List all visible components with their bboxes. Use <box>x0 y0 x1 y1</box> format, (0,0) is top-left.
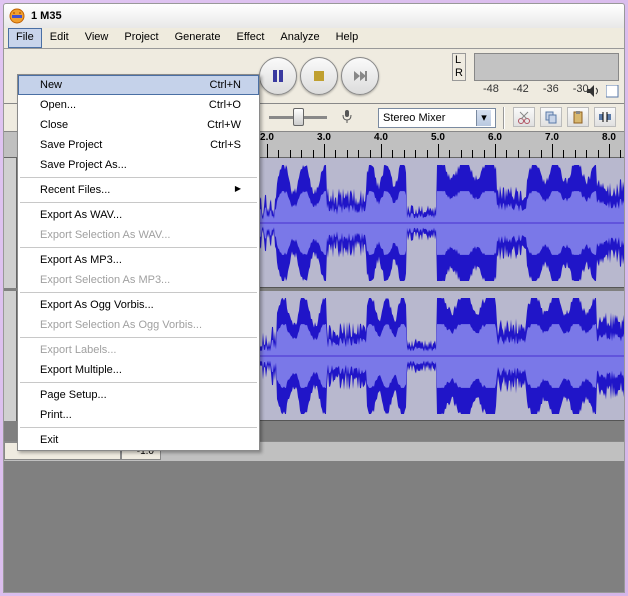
menu-generate[interactable]: Generate <box>167 28 229 48</box>
menu-item-new[interactable]: New Ctrl+N <box>18 75 259 95</box>
menu-item-label: Save Project <box>40 139 102 151</box>
menu-separator <box>20 427 257 428</box>
db-label: -42 <box>513 83 529 95</box>
menu-separator <box>20 202 257 203</box>
chevron-down-icon: ▾ <box>476 110 491 126</box>
menu-item-label: Export Multiple... <box>40 364 122 376</box>
db-label: -48 <box>483 83 499 95</box>
menu-item-label: New <box>40 79 62 91</box>
menu-item-label: Exit <box>40 434 58 446</box>
speaker-icon <box>586 84 600 101</box>
menu-item-label: Page Setup... <box>40 389 107 401</box>
db-label: -36 <box>543 83 559 95</box>
empty-track-area[interactable] <box>4 461 624 592</box>
level-meter[interactable]: -48 -42 -36 -30 <box>474 53 619 81</box>
menu-item-print[interactable]: Print... <box>18 405 259 425</box>
menu-separator <box>20 382 257 383</box>
menu-item-shortcut: Ctrl+N <box>210 79 241 91</box>
paste-button[interactable] <box>567 107 589 127</box>
input-volume-slider[interactable] <box>269 116 327 119</box>
menu-item-export-selection-as-wav: Export Selection As WAV... <box>18 225 259 245</box>
ruler-label: 3.0 <box>317 132 331 143</box>
menu-item-shortcut: Ctrl+W <box>207 119 241 131</box>
ruler-label: 2.0 <box>260 132 274 143</box>
menu-item-export-as-ogg-vorbis[interactable]: Export As Ogg Vorbis... <box>18 295 259 315</box>
menu-item-save-project[interactable]: Save Project Ctrl+S <box>18 135 259 155</box>
file-menu-dropdown: New Ctrl+N Open... Ctrl+O Close Ctrl+W Save Pr… <box>17 74 260 451</box>
menu-item-recent-files[interactable]: Recent Files... ▶ <box>18 180 259 200</box>
menu-edit[interactable]: Edit <box>42 28 77 48</box>
menu-analyze[interactable]: Analyze <box>272 28 327 48</box>
menu-item-export-as-wav[interactable]: Export As WAV... <box>18 205 259 225</box>
menu-item-export-selection-as-mp: Export Selection As MP3... <box>18 270 259 290</box>
menu-help[interactable]: Help <box>328 28 367 48</box>
input-source-label: Stereo Mixer <box>383 112 445 124</box>
menu-separator <box>20 177 257 178</box>
menu-project[interactable]: Project <box>116 28 166 48</box>
ruler-label: 6.0 <box>488 132 502 143</box>
track-panel[interactable] <box>4 158 17 288</box>
menu-separator <box>20 292 257 293</box>
menu-item-shortcut: Ctrl+S <box>210 139 241 151</box>
mic-icon <box>341 109 353 126</box>
menu-item-label: Recent Files... <box>40 184 110 196</box>
menu-item-label: Export Selection As Ogg Vorbis... <box>40 319 202 331</box>
menu-file[interactable]: File <box>8 28 42 48</box>
window-title: 1 M35 <box>31 10 62 22</box>
menu-item-page-setup[interactable]: Page Setup... <box>18 385 259 405</box>
menu-item-open[interactable]: Open... Ctrl+O <box>18 95 259 115</box>
app-icon <box>9 8 25 24</box>
ruler-label: 7.0 <box>545 132 559 143</box>
window-body: File Edit View Project Generate Effect A… <box>3 28 625 593</box>
menu-item-export-as-mp[interactable]: Export As MP3... <box>18 250 259 270</box>
trim-button[interactable] <box>594 107 616 127</box>
ruler-label: 4.0 <box>374 132 388 143</box>
meter-r-label: R <box>455 67 465 80</box>
menu-item-exit[interactable]: Exit <box>18 430 259 450</box>
input-source-dropdown[interactable]: Stereo Mixer ▾ <box>378 108 496 128</box>
menu-item-save-project-as[interactable]: Save Project As... <box>18 155 259 175</box>
menu-bar: File Edit View Project Generate Effect A… <box>4 28 624 49</box>
submenu-arrow-icon: ▶ <box>235 184 241 196</box>
stop-button[interactable] <box>300 57 338 95</box>
menu-item-export-selection-as-ogg-vorbis: Export Selection As Ogg Vorbis... <box>18 315 259 335</box>
menu-item-export-multiple[interactable]: Export Multiple... <box>18 360 259 380</box>
menu-item-shortcut: Ctrl+O <box>209 99 241 111</box>
pause-button[interactable] <box>259 57 297 95</box>
menu-item-label: Open... <box>40 99 76 111</box>
menu-item-label: Export Selection As WAV... <box>40 229 170 241</box>
menu-item-label: Export As Ogg Vorbis... <box>40 299 154 311</box>
menu-separator <box>20 247 257 248</box>
menu-item-close[interactable]: Close Ctrl+W <box>18 115 259 135</box>
meter-l-label: L <box>455 54 465 67</box>
title-bar: 1 M35 <box>3 3 625 28</box>
menu-separator <box>20 337 257 338</box>
meter-channels: L R <box>452 53 466 81</box>
menu-effect[interactable]: Effect <box>228 28 272 48</box>
copy-button[interactable] <box>540 107 562 127</box>
menu-item-label: Export Labels... <box>40 344 116 356</box>
menu-item-label: Export As WAV... <box>40 209 122 221</box>
separator <box>503 107 505 129</box>
menu-item-label: Export Selection As MP3... <box>40 274 170 286</box>
menu-item-label: Close <box>40 119 68 131</box>
menu-item-export-labels: Export Labels... <box>18 340 259 360</box>
menu-item-label: Export As MP3... <box>40 254 122 266</box>
menu-item-label: Save Project As... <box>40 159 127 171</box>
menu-item-label: Print... <box>40 409 72 421</box>
skip-end-button[interactable] <box>341 57 379 95</box>
ruler-label: 8.0 <box>602 132 616 143</box>
track-panel[interactable] <box>4 291 17 421</box>
mute-checkbox[interactable] <box>606 85 619 101</box>
ruler-label: 5.0 <box>431 132 445 143</box>
cut-button[interactable] <box>513 107 535 127</box>
menu-view[interactable]: View <box>77 28 117 48</box>
